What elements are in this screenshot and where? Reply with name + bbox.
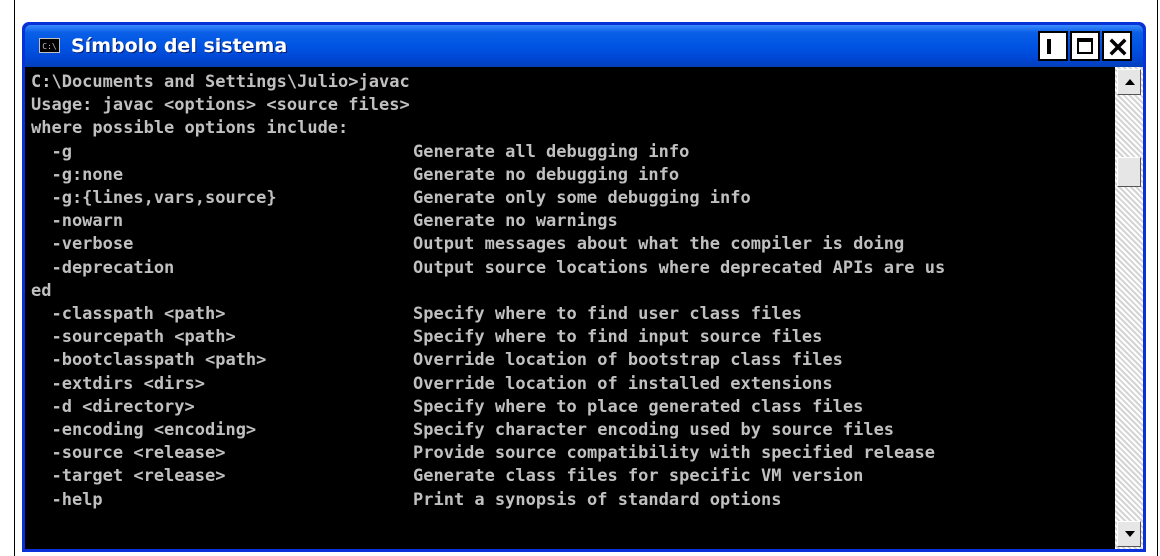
option-description: Output messages about what the compiler … [413,234,905,255]
option-row: -d <directory> Specify where to place gen… [31,396,863,418]
command-prompt-window: C:\ Símbolo del sistema C:\Documents and… [22,22,1146,552]
option-description: Provide source compatibility with specif… [413,443,935,464]
option-description: Output source locations where deprecated… [413,257,946,278]
option-flag: -help [31,489,103,510]
close-icon [1109,38,1127,56]
option-flag: -encoding <encoding> [31,420,257,440]
option-flag: -sourcepath <path> [31,327,236,348]
scroll-down-button[interactable] [1117,521,1141,547]
option-description: Generate no debugging info [413,164,680,185]
option-flag: -g [31,141,72,162]
option-row: -bootclasspath <path> Override location o… [31,349,842,371]
console-line: C:\Documents and Settings\Julio>javac [31,72,410,92]
arrow-down-icon [1125,531,1135,537]
option-description: Print a synopsis of standard options [413,489,782,510]
console-line: where possible options include: [31,118,349,139]
option-flag: -extdirs <dirs> [31,373,205,394]
option-flag: -classpath <path> [31,304,226,324]
option-flag: -verbose [31,234,134,255]
option-flag: -nowarn [31,211,124,232]
minimize-button[interactable] [1038,31,1068,61]
title-bar[interactable]: C:\ Símbolo del sistema [25,25,1143,67]
option-flag: -g:none [31,164,124,185]
option-description: Specify where to place generated class f… [413,396,864,417]
option-description: Specify character encoding used by sourc… [413,420,895,440]
vertical-scrollbar[interactable] [1115,67,1143,549]
close-button[interactable] [1102,31,1132,61]
console-line: Usage: javac <options> <source files> [31,95,410,116]
option-description: Specify where to find user class files [413,304,802,324]
option-row: -sourcepath <path> Specify where to find … [31,326,822,348]
option-row: -g Generate all debugging info [31,141,689,163]
option-row: -help Print a synopsis of standard option… [31,489,781,511]
option-flag: -target <release> [31,466,226,487]
arrow-up-icon [1125,79,1135,85]
window-title: Símbolo del sistema [71,35,288,57]
option-row: -nowarn Generate no warnings [31,210,617,232]
option-row: -encoding <encoding> Specify character en… [31,419,894,441]
option-row: -g:none Generate no debugging info [31,164,679,186]
option-row: -extdirs <dirs> Override location of inst… [31,373,832,395]
option-description: Override location of bootstrap class fil… [413,350,843,371]
console-output[interactable]: C:\Documents and Settings\Julio>javac Usa… [25,67,1115,549]
option-description: Generate only some debugging info [413,188,751,208]
option-description: Generate no warnings [413,211,618,232]
option-description: Generate all debugging info [413,141,690,162]
option-row: -verbose Output messages about what the c… [31,233,904,255]
option-row: -classpath <path> Specify where to find u… [31,303,801,325]
scroll-up-button[interactable] [1117,69,1141,95]
option-flag: -bootclasspath <path> [31,350,267,371]
console-line: ed [31,280,52,301]
option-flag: -source <release> [31,443,226,464]
option-description: Generate class files for specific VM ver… [413,466,864,487]
option-description: Specify where to find input source files [413,327,823,348]
console-icon[interactable]: C:\ [39,38,60,53]
option-row: -g:{lines,vars,source} Generate only some… [31,187,750,209]
maximize-button[interactable] [1070,31,1100,61]
option-description: Override location of installed extension… [413,373,833,394]
option-row: -source <release> Provide source compatib… [31,442,935,464]
option-flag: -g:{lines,vars,source} [31,188,277,208]
option-row: -deprecation Output source locations wher… [31,257,945,279]
scroll-thumb[interactable] [1117,157,1141,187]
option-flag: -deprecation [31,257,175,278]
option-flag: -d <directory> [31,396,195,417]
option-row: -target <release> Generate class files fo… [31,465,863,487]
